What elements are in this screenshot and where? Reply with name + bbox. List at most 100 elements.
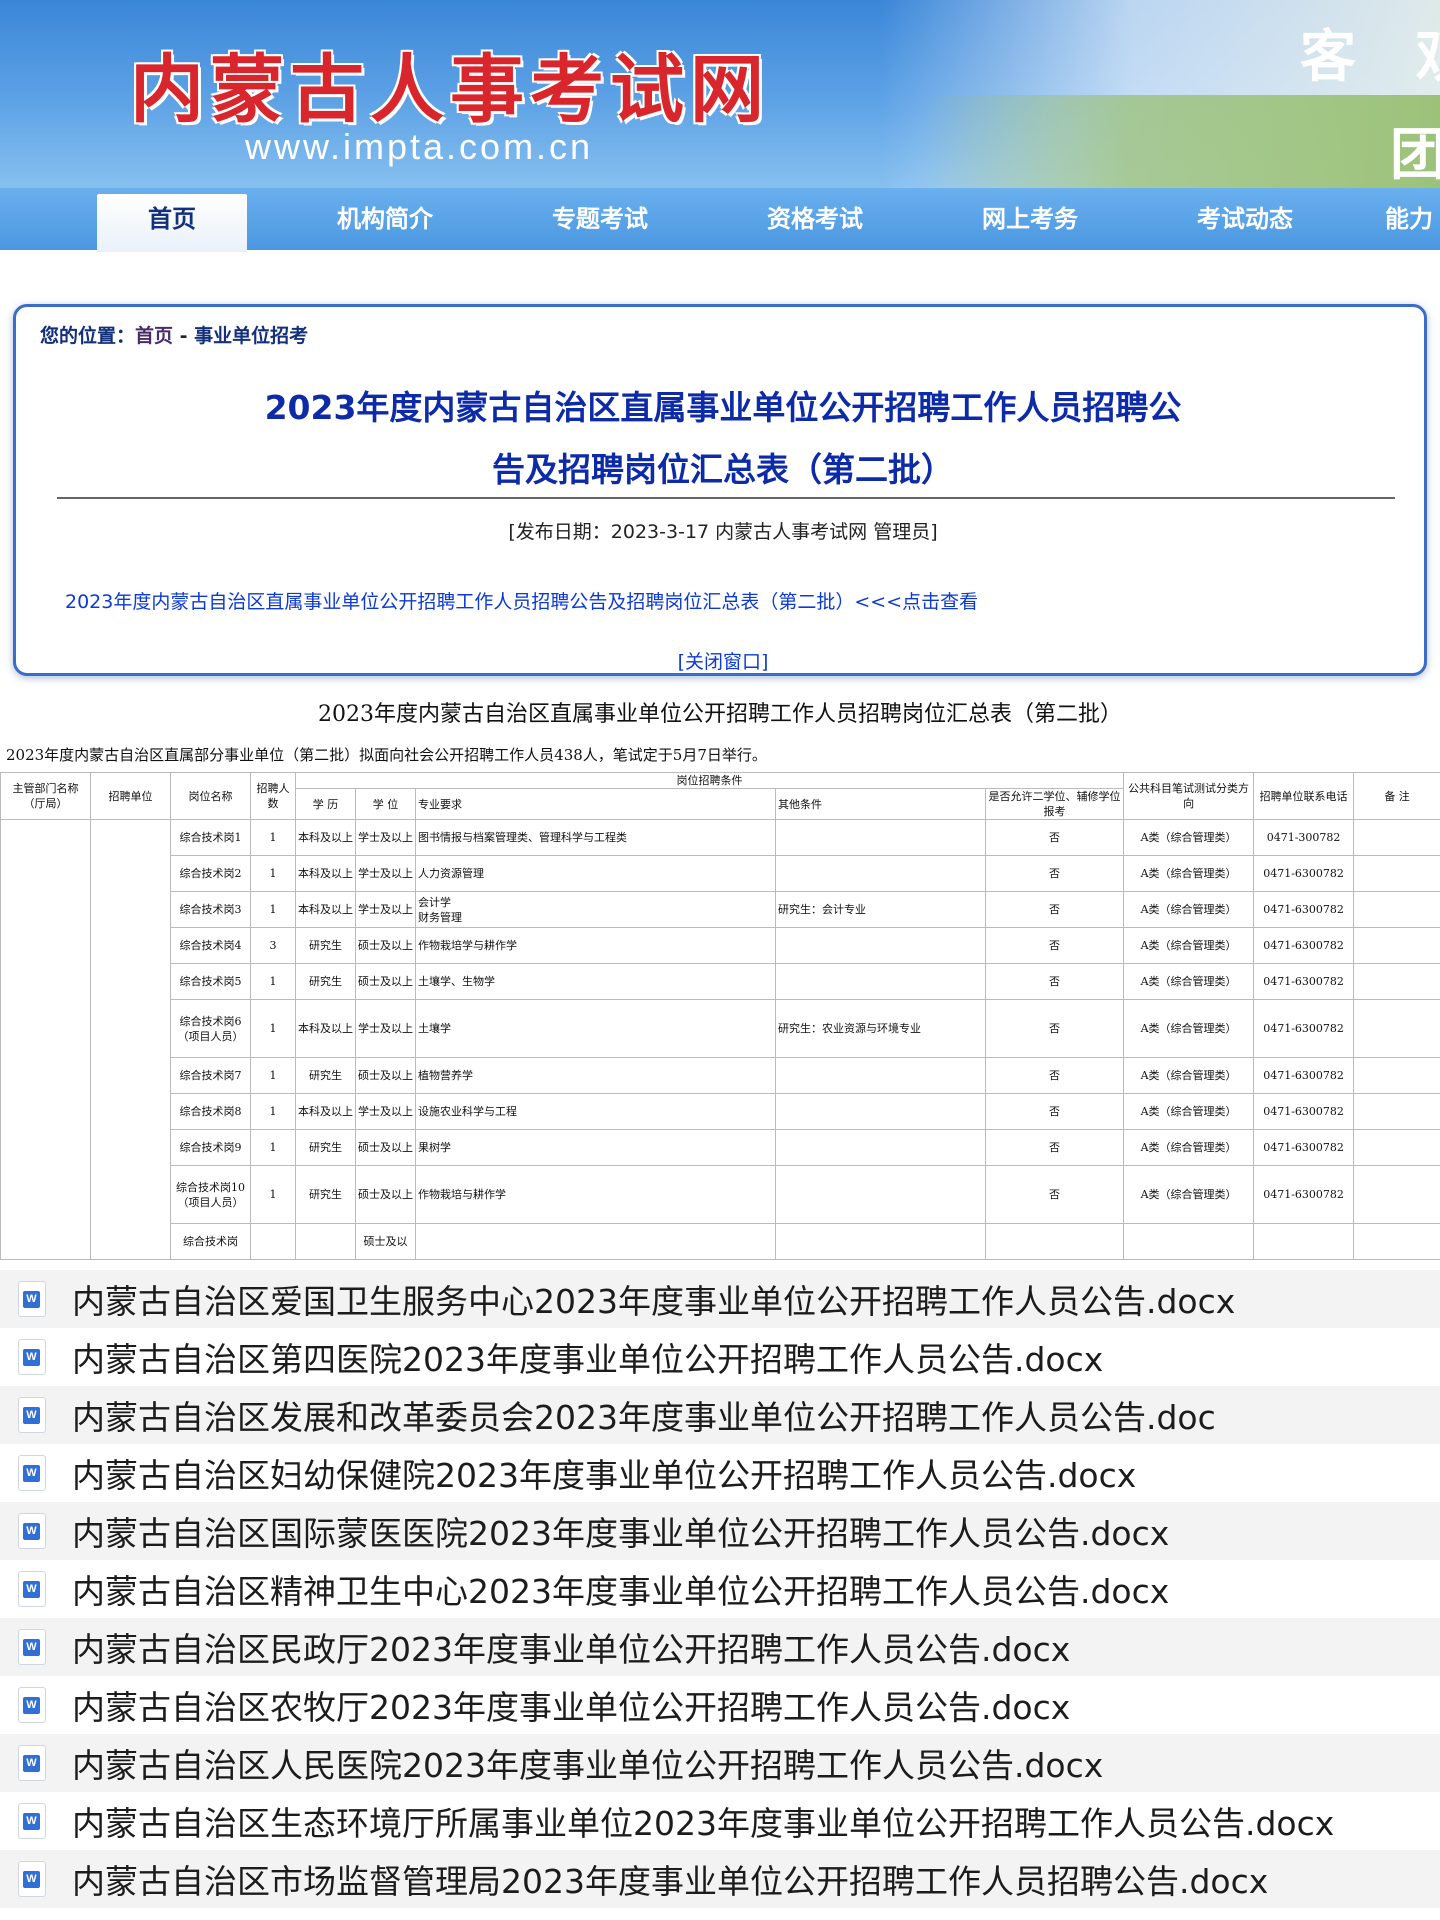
table-row: 综合技术岗1 1 本科及以上 学士及以上 图书情报与档案管理类、管理科学与工程类否 A类（…	[0, 819, 1440, 1260]
cell-count: 1	[250, 1165, 296, 1224]
cell-exam: A类（综合管理类）	[1123, 1129, 1255, 1166]
header-second-degree: 是否允许二学位、辅修学位报考	[984, 788, 1125, 820]
cell-count: 1	[250, 819, 296, 856]
table-row: 综合技术岗5 1 研究生 硕士及以上 土壤学、生物学 否 A类（综合管理类） 0471-630…	[1, 963, 1440, 1000]
article-title: 2023年度内蒙古自治区直属事业单位公开招聘工作人员招聘公 告及招聘岗位汇总表（…	[16, 377, 1430, 501]
nav-item-home[interactable]: 首页	[97, 194, 247, 252]
nav-item-ability[interactable]: 能力	[1385, 188, 1440, 250]
file-name: 内蒙古自治区第四医院2023年度事业单位公开招聘工作人员公告.docx	[72, 1340, 1104, 1379]
cell-phone: 0471-6300782	[1253, 927, 1355, 964]
word-document-icon: W	[18, 1861, 46, 1897]
table-row: 综合技术岗 硕士及以	[1, 1223, 1440, 1260]
cell-note	[1353, 1057, 1440, 1094]
cell-post: 综合技术岗8	[170, 1093, 251, 1130]
nav-item-online-services[interactable]: 网上考务	[955, 188, 1105, 250]
file-item[interactable]: W 内蒙古自治区爱国卫生服务中心2023年度事业单位公开招聘工作人员公告.docx	[0, 1270, 1440, 1328]
cell-phone: 0471-6300782	[1253, 1165, 1355, 1224]
cell-note	[1353, 1223, 1440, 1260]
site-banner: 内蒙古人事考试网 www.impta.com.cn 客 观 团	[0, 0, 1440, 188]
cell-other	[775, 963, 986, 1000]
close-window-link[interactable]: [关闭窗口]	[16, 647, 1430, 674]
cell-count: 3	[250, 927, 296, 964]
main-nav: 首页 机构简介 专题考试 资格考试 网上考务 考试动态 能力	[0, 188, 1440, 252]
file-item[interactable]: W 内蒙古自治区生态环境厅所属事业单位2023年度事业单位公开招聘工作人员公告.d…	[0, 1792, 1440, 1850]
cell-count	[250, 1223, 296, 1260]
file-name: 内蒙古自治区生态环境厅所属事业单位2023年度事业单位公开招聘工作人员公告.do…	[72, 1804, 1335, 1843]
cell-note	[1353, 927, 1440, 964]
file-item[interactable]: W 内蒙古自治区人民医院2023年度事业单位公开招聘工作人员公告.docx	[0, 1734, 1440, 1792]
article-title-line1: 2023年度内蒙古自治区直属事业单位公开招聘工作人员招聘公	[264, 388, 1182, 427]
header-degree: 学 位	[355, 788, 416, 820]
cell-education: 本科及以上	[295, 891, 356, 928]
file-list: W 内蒙古自治区爱国卫生服务中心2023年度事业单位公开招聘工作人员公告.docx…	[0, 1270, 1440, 1920]
cell-education: 研究生	[295, 1165, 356, 1224]
cell-count: 1	[250, 1129, 296, 1166]
file-name: 内蒙古自治区农牧厅2023年度事业单位公开招聘工作人员公告.docx	[72, 1688, 1071, 1727]
file-item[interactable]: W 内蒙古自治区精神卫生中心2023年度事业单位公开招聘工作人员公告.docx	[0, 1560, 1440, 1618]
nav-item-special-exams[interactable]: 专题考试	[525, 188, 675, 250]
header-other: 其他条件	[775, 788, 986, 820]
article-panel: 您的位置：首页 - 事业单位招考 2023年度内蒙古自治区直属事业单位公开招聘工…	[13, 304, 1427, 676]
file-item[interactable]: W 内蒙古自治区发展和改革委员会2023年度事业单位公开招聘工作人员公告.doc	[0, 1386, 1440, 1444]
file-name: 内蒙古自治区人民医院2023年度事业单位公开招聘工作人员公告.docx	[72, 1746, 1104, 1785]
file-item[interactable]: W 内蒙古自治区农牧厅2023年度事业单位公开招聘工作人员公告.docx	[0, 1676, 1440, 1734]
cell-major: 设施农业科学与工程	[415, 1093, 776, 1130]
table-row: 综合技术岗7 1 研究生 硕士及以上 植物营养学 否 A类（综合管理类） 0471-63007…	[1, 1057, 1440, 1094]
cell-second-degree: 否	[984, 855, 1125, 892]
file-name: 内蒙古自治区精神卫生中心2023年度事业单位公开招聘工作人员公告.docx	[72, 1572, 1170, 1611]
cell-phone: 0471-6300782	[1253, 963, 1355, 1000]
cell-degree: 学士及以上	[355, 999, 416, 1058]
nav-item-qualification-exams[interactable]: 资格考试	[740, 188, 890, 250]
cell-note	[1353, 963, 1440, 1000]
file-name: 内蒙古自治区发展和改革委员会2023年度事业单位公开招聘工作人员公告.doc	[72, 1398, 1216, 1437]
breadcrumb-home-link[interactable]: 首页	[135, 325, 173, 347]
header-phone: 招聘单位联系电话	[1253, 772, 1355, 820]
cell-education	[295, 1223, 356, 1260]
word-document-icon: W	[18, 1803, 46, 1839]
word-document-icon: W	[18, 1397, 46, 1433]
cell-note	[1353, 819, 1440, 856]
cell-education: 本科及以上	[295, 1093, 356, 1130]
cell-second-degree: 否	[984, 999, 1125, 1058]
cell-education: 本科及以上	[295, 855, 356, 892]
breadcrumb-section-link[interactable]: 事业单位招考	[194, 325, 308, 347]
cell-other	[775, 1057, 986, 1094]
publish-meta: [发布日期：2023-3-17 内蒙古人事考试网 管理员]	[508, 521, 938, 543]
file-name: 内蒙古自治区民政厅2023年度事业单位公开招聘工作人员公告.docx	[72, 1630, 1071, 1669]
file-item[interactable]: W 内蒙古自治区第四医院2023年度事业单位公开招聘工作人员公告.docx	[0, 1328, 1440, 1386]
cell-note	[1353, 1129, 1440, 1166]
file-item[interactable]: W 内蒙古自治区市场监督管理局2023年度事业单位公开招聘工作人员招聘公告.doc…	[0, 1850, 1440, 1908]
cell-post: 综合技术岗5	[170, 963, 251, 1000]
attachment-link[interactable]: 2023年度内蒙古自治区直属事业单位公开招聘工作人员招聘公告及招聘岗位汇总表（第…	[65, 587, 978, 614]
cell-second-degree: 否	[984, 1057, 1125, 1094]
table-row: 综合技术岗2 1 本科及以上 学士及以上 人力资源管理 否 A类（综合管理类） 0471-63…	[1, 855, 1440, 892]
word-badge: W	[23, 1581, 40, 1598]
nav-item-about[interactable]: 机构简介	[310, 188, 460, 250]
cell-degree: 硕士及以上	[355, 963, 416, 1000]
cell-exam: A类（综合管理类）	[1123, 1093, 1255, 1130]
file-item[interactable]: W 内蒙古自治区国际蒙医医院2023年度事业单位公开招聘工作人员公告.docx	[0, 1502, 1440, 1560]
cell-post: 综合技术岗3	[170, 891, 251, 928]
cell-post: 综合技术岗	[170, 1223, 251, 1260]
cell-degree: 学士及以上	[355, 819, 416, 856]
table-row: 综合技术岗9 1 研究生 硕士及以上 果树学 否 A类（综合管理类） 0471-6300782	[1, 1129, 1440, 1166]
cell-other	[775, 1223, 986, 1260]
cell-exam	[1123, 1223, 1255, 1260]
cell-phone: 0471-6300782	[1253, 855, 1355, 892]
word-badge: W	[23, 1697, 40, 1714]
nav-item-exam-news[interactable]: 考试动态	[1170, 188, 1320, 250]
cell-count: 1	[250, 963, 296, 1000]
cell-post: 综合技术岗7	[170, 1057, 251, 1094]
word-document-icon: W	[18, 1745, 46, 1781]
cell-major: 土壤学	[415, 999, 776, 1058]
site-logo[interactable]: 内蒙古人事考试网	[130, 30, 770, 137]
cell-major: 土壤学、生物学	[415, 963, 776, 1000]
file-item[interactable]: W 内蒙古自治区民政厅2023年度事业单位公开招聘工作人员公告.docx	[0, 1618, 1440, 1676]
cell-post: 综合技术岗4	[170, 927, 251, 964]
cell-count: 1	[250, 855, 296, 892]
word-document-icon: W	[18, 1687, 46, 1723]
cell-second-degree: 否	[984, 1093, 1125, 1130]
cell-major: 人力资源管理	[415, 855, 776, 892]
file-item[interactable]: W 内蒙古自治区妇幼保健院2023年度事业单位公开招聘工作人员公告.docx	[0, 1444, 1440, 1502]
word-badge: W	[23, 1813, 40, 1830]
